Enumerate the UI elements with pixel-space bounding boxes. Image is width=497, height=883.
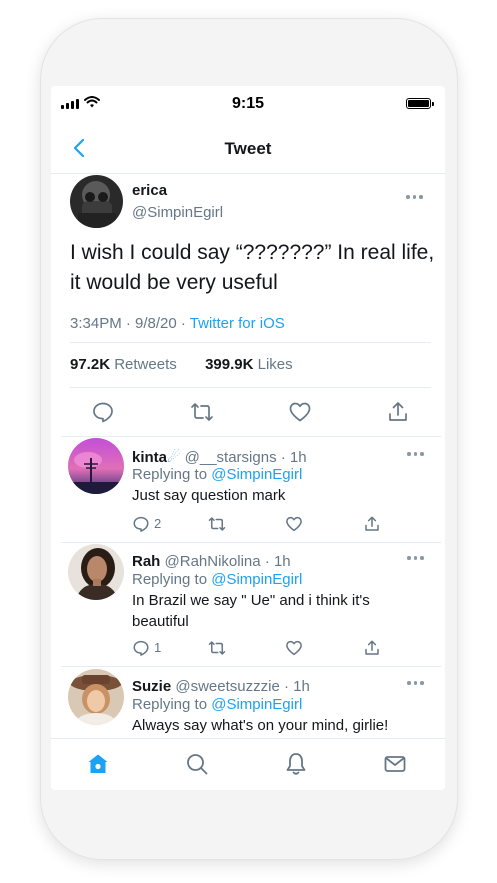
screen: 9:15 Tweet erica @SimpinEgirl I wish I c… <box>51 86 445 790</box>
page-title: Tweet <box>224 139 272 158</box>
home-icon[interactable] <box>86 752 110 776</box>
reply-author-name[interactable]: kinta <box>132 449 167 466</box>
avatar[interactable] <box>70 175 123 228</box>
more-icon[interactable] <box>406 195 423 199</box>
like-icon[interactable] <box>288 400 312 424</box>
tweet-source[interactable]: Twitter for iOS <box>190 315 285 332</box>
replying-label: Replying to <box>132 466 208 483</box>
more-icon[interactable] <box>407 681 424 685</box>
more-icon[interactable] <box>407 556 424 560</box>
reply-icon[interactable] <box>91 400 115 424</box>
divider <box>61 666 441 667</box>
nav-bar: Tweet <box>51 124 445 174</box>
reply-author-name[interactable]: Suzie <box>132 678 171 695</box>
replying-to-link[interactable]: @SimpinEgirl <box>211 696 302 713</box>
reply-text: In Brazil we say " Ue" and i think it's … <box>132 592 370 630</box>
reply-count: 2 <box>154 516 162 531</box>
status-time: 9:15 <box>231 95 265 112</box>
reply-author-name[interactable]: Rah <box>132 553 160 570</box>
reply-author-handle[interactable]: @sweetsuzzzie <box>175 678 279 695</box>
share-icon[interactable] <box>363 515 381 533</box>
avatar[interactable] <box>68 669 124 725</box>
messages-icon[interactable] <box>383 752 407 776</box>
share-icon[interactable] <box>363 639 381 657</box>
divider <box>61 542 441 543</box>
retweet-icon[interactable] <box>207 515 227 533</box>
tab-bar <box>51 738 445 790</box>
like-icon[interactable] <box>285 515 303 533</box>
divider <box>70 387 431 388</box>
replying-label: Replying to <box>132 571 208 588</box>
reply-time: · 1h <box>283 678 310 695</box>
author-name[interactable]: erica <box>132 182 167 199</box>
avatar[interactable] <box>68 544 124 600</box>
reply-time: · 1h <box>280 449 307 466</box>
tweet-actions <box>51 400 445 424</box>
replying-to-link[interactable]: @SimpinEgirl <box>211 466 302 483</box>
tweet-stats: 97.2K Retweets 399.9K Likes <box>70 356 293 373</box>
status-bar: 9:15 <box>51 86 445 122</box>
reply-icon[interactable] <box>132 515 150 533</box>
search-icon[interactable] <box>185 752 209 776</box>
replying-label: Replying to <box>132 696 208 713</box>
notifications-icon[interactable] <box>284 751 308 777</box>
tweet-meta: 3:34PM · 9/8/20 · Twitter for iOS <box>70 315 285 332</box>
tweet-text: I wish I could say “???????” In real lif… <box>70 241 435 294</box>
avatar[interactable] <box>68 438 124 494</box>
likes-stat[interactable]: 399.9K Likes <box>205 356 293 373</box>
retweets-label: Retweets <box>114 356 177 373</box>
replying-to-link[interactable]: @SimpinEgirl <box>211 571 302 588</box>
rocket-emoji: ☄ <box>167 449 181 466</box>
divider <box>70 342 431 343</box>
reply-time: · 1h <box>264 553 291 570</box>
tweet-time: 3:34PM · 9/8/20 · <box>70 315 190 332</box>
retweet-icon[interactable] <box>189 400 215 424</box>
retweets-count: 97.2K <box>70 356 111 373</box>
share-icon[interactable] <box>386 400 410 424</box>
battery-icon <box>406 98 434 109</box>
more-icon[interactable] <box>407 452 424 456</box>
like-icon[interactable] <box>285 639 303 657</box>
reply-count: 1 <box>154 640 162 655</box>
reply-text: Just say question mark <box>132 487 286 504</box>
retweet-icon[interactable] <box>207 639 227 657</box>
reply-text: Always say what's on your mind, girlie! <box>132 717 389 734</box>
reply-author-handle[interactable]: @RahNikolina <box>165 553 261 570</box>
author-handle[interactable]: @SimpinEgirl <box>132 204 223 221</box>
likes-label: Likes <box>257 356 293 373</box>
likes-count: 399.9K <box>205 356 254 373</box>
reply-icon[interactable] <box>132 639 150 657</box>
reply-author-handle[interactable]: @__starsigns <box>185 449 277 466</box>
divider <box>61 436 441 437</box>
retweets-stat[interactable]: 97.2K Retweets <box>70 356 177 373</box>
